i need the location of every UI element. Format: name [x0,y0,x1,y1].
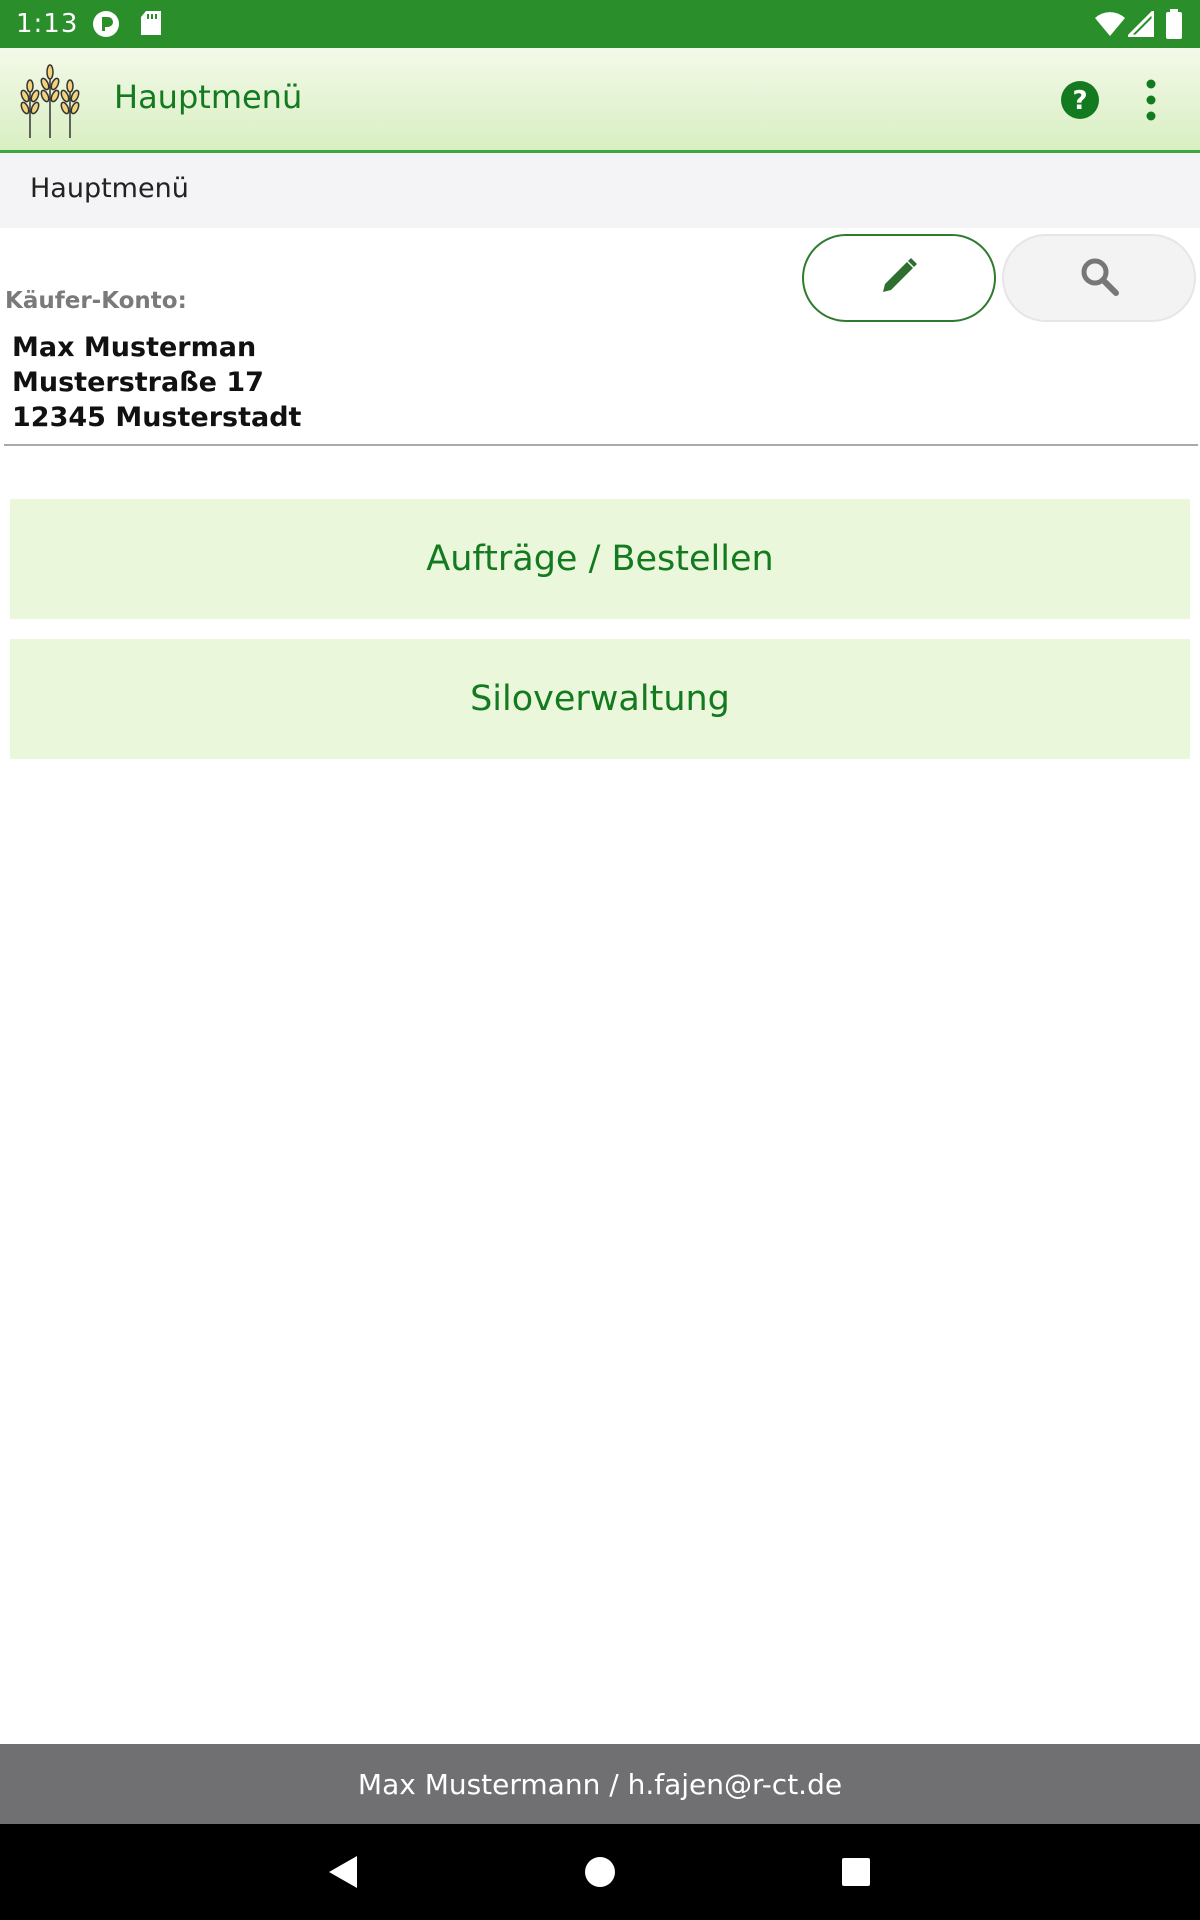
cell-signal-icon [1128,11,1154,37]
home-icon[interactable] [576,1848,624,1896]
account-name: Max Musterman [12,332,257,363]
silo-management-button-label: Siloverwaltung [470,679,730,719]
back-icon[interactable] [318,1848,366,1896]
divider [4,444,1198,446]
silo-management-button[interactable]: Siloverwaltung [10,639,1190,759]
orders-button-label: Aufträge / Bestellen [426,539,774,579]
orders-button[interactable]: Aufträge / Bestellen [10,499,1190,619]
sd-card-icon [140,10,162,36]
battery-icon [1166,9,1182,39]
notification-icon [92,10,120,38]
footer-user-info: Max Mustermann / h.fajen@r-ct.de [357,1767,843,1801]
wheat-icon [18,60,82,144]
breadcrumb: Hauptmenü [0,153,1200,228]
footer: Max Mustermann / h.fajen@r-ct.de [0,1744,1200,1824]
app-bar: Hauptmenü ? [0,48,1200,153]
system-nav-bar [0,1824,1200,1920]
wifi-icon [1094,11,1126,37]
help-icon[interactable]: ? [1060,80,1100,124]
search-icon [1079,256,1119,300]
app-title: Hauptmenü [114,78,303,116]
more-vert-icon[interactable] [1142,78,1160,126]
status-time: 1:13 [16,9,79,39]
status-bar: 1:13 [0,0,1200,48]
breadcrumb-label: Hauptmenü [30,173,189,204]
pencil-icon [879,256,919,300]
svg-text:?: ? [1072,86,1087,116]
account-label: Käufer-Konto: [5,288,187,314]
account-city: 12345 Musterstadt [12,402,302,433]
account-street: Musterstraße 17 [12,367,264,398]
recents-icon[interactable] [832,1848,880,1896]
edit-account-button[interactable] [802,234,996,322]
search-account-button[interactable] [1002,234,1196,322]
